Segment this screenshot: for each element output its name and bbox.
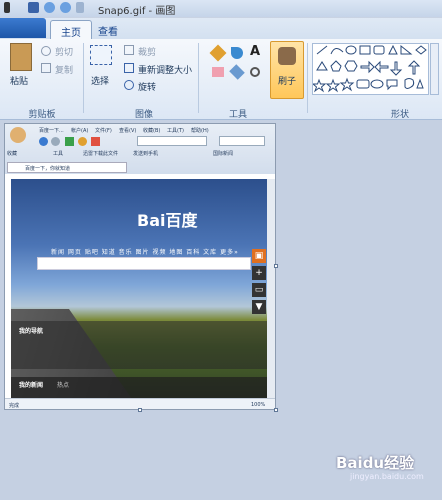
browser-menu-3: 查看(V) [119, 128, 137, 134]
magnifier-icon[interactable] [250, 67, 260, 77]
forward-icon [51, 137, 60, 146]
my-nav-title: 我的导航 [19, 328, 44, 335]
text-icon[interactable]: A [250, 44, 260, 59]
avatar-icon [10, 127, 26, 143]
fav-2: 工具 [53, 151, 64, 157]
browser-tab-label: 百度一下... [39, 128, 64, 134]
tools-group-label: 工具 [228, 110, 247, 120]
resize-icon [124, 63, 134, 73]
fav-3: 迅雷下载此文件 [83, 151, 119, 157]
shapes-scroll[interactable] [430, 43, 439, 95]
baidu-search-input [37, 257, 251, 270]
redo-icon[interactable] [60, 2, 71, 13]
ribbon-tabs: 主页 查看 [0, 18, 442, 40]
copy-icon [41, 63, 51, 73]
resize-handle-corner[interactable] [274, 408, 278, 412]
resize-handle-right[interactable] [274, 264, 278, 268]
app-menu-button[interactable] [0, 18, 46, 38]
resize-handle-bottom[interactable] [138, 408, 142, 412]
fill-icon[interactable] [231, 47, 243, 59]
browser-tab-title: 百度一下，你就知道 [25, 166, 71, 172]
browser-menu-4: 收藏(B) [143, 128, 161, 134]
browser-toolbar: 百度一下... 帐户(A) 文件(F) 查看(V) 收藏(B) 工具(T) 帮助… [5, 124, 275, 174]
tab-home[interactable]: 主页 [50, 20, 92, 40]
back-icon [39, 137, 48, 146]
plus-icon: + [252, 266, 266, 280]
refresh-icon [78, 137, 87, 146]
scissors-icon [41, 46, 51, 56]
title-bar: Snap6.gif - 画图 [0, 0, 442, 17]
tab-view[interactable]: 查看 [88, 20, 128, 40]
rotate-button[interactable]: 旋转 [138, 80, 156, 93]
undo-icon[interactable] [44, 2, 55, 13]
stop-icon [91, 137, 100, 146]
hot-label: 热点 [57, 382, 70, 389]
shirt-icon: ▼ [252, 300, 266, 314]
my-news-panel [11, 377, 267, 399]
image-canvas[interactable]: 百度一下... 帐户(A) 文件(F) 查看(V) 收藏(B) 工具(T) 帮助… [4, 123, 276, 410]
customize-quickaccess-icon[interactable] [76, 2, 84, 13]
browser-menu-2: 文件(F) [95, 128, 112, 134]
baidu-page: Bai百度 新闻 网页 贴吧 知道 音乐 图片 视频 地图 百科 文库 更多» … [11, 179, 267, 399]
browser-menu-5: 工具(T) [167, 128, 184, 134]
image-group-label: 图像 [134, 110, 153, 120]
crop-icon [124, 45, 134, 55]
fav-4: 发送到手机 [133, 151, 159, 157]
address-bar [137, 136, 207, 146]
gift-icon: ▣ [252, 249, 266, 263]
clipboard-group-label: 剪贴板 [28, 110, 56, 120]
status-text: 完成 [9, 403, 20, 409]
shapes-group-label: 形状 [390, 110, 409, 120]
fav-5: 国际新闻 [213, 151, 234, 157]
shapes-icons [311, 44, 427, 93]
baidu-logo: Bai百度 [137, 211, 198, 230]
rotate-icon [124, 80, 134, 90]
zoom-text: 100% [251, 402, 266, 408]
paste-icon[interactable] [10, 43, 32, 71]
search-box [219, 136, 265, 146]
home-icon [65, 137, 74, 146]
pencil-icon[interactable] [209, 44, 227, 62]
paste-button[interactable]: 粘贴 [10, 74, 28, 87]
shapes-gallery[interactable] [311, 43, 429, 95]
my-nav-panel [11, 321, 267, 369]
chat-icon: ▭ [252, 283, 266, 297]
baidu-nav: 新闻 网页 贴吧 知道 音乐 图片 视频 地图 百科 文库 更多» [51, 249, 239, 256]
ribbon: 粘贴 剪切 复制 剪贴板 选择 裁剪 重新调整大小 旋转 图像 A 工具 刷子 [0, 39, 442, 120]
fav-1: 收藏 [7, 151, 18, 157]
brush-label: 刷子 [278, 77, 297, 87]
baidu-watermark-sub: jingyan.baidu.com [350, 472, 424, 481]
brush-icon [278, 47, 296, 65]
color-picker-icon[interactable] [229, 64, 245, 80]
browser-scrollbar [267, 179, 275, 399]
my-news-title: 我的新闻 [19, 382, 44, 389]
window-title: Snap6.gif - 画图 [98, 6, 176, 17]
save-icon[interactable] [28, 2, 39, 13]
select-button[interactable]: 选择 [91, 74, 109, 87]
select-icon[interactable] [90, 45, 112, 65]
cut-button[interactable]: 剪切 [55, 45, 73, 58]
resize-button[interactable]: 重新调整大小 [138, 63, 192, 76]
eraser-icon[interactable] [212, 67, 224, 77]
app-icon [4, 2, 10, 13]
baidu-watermark: Baidu经验 [336, 454, 415, 472]
crop-button[interactable]: 裁剪 [138, 45, 156, 58]
copy-button[interactable]: 复制 [55, 63, 73, 76]
browser-menu-1: 帐户(A) [71, 128, 89, 134]
browser-menu-6: 帮助(H) [191, 128, 209, 134]
paint-window: Snap6.gif - 画图 主页 查看 粘贴 剪切 复制 剪贴板 选择 裁剪 … [0, 0, 442, 500]
